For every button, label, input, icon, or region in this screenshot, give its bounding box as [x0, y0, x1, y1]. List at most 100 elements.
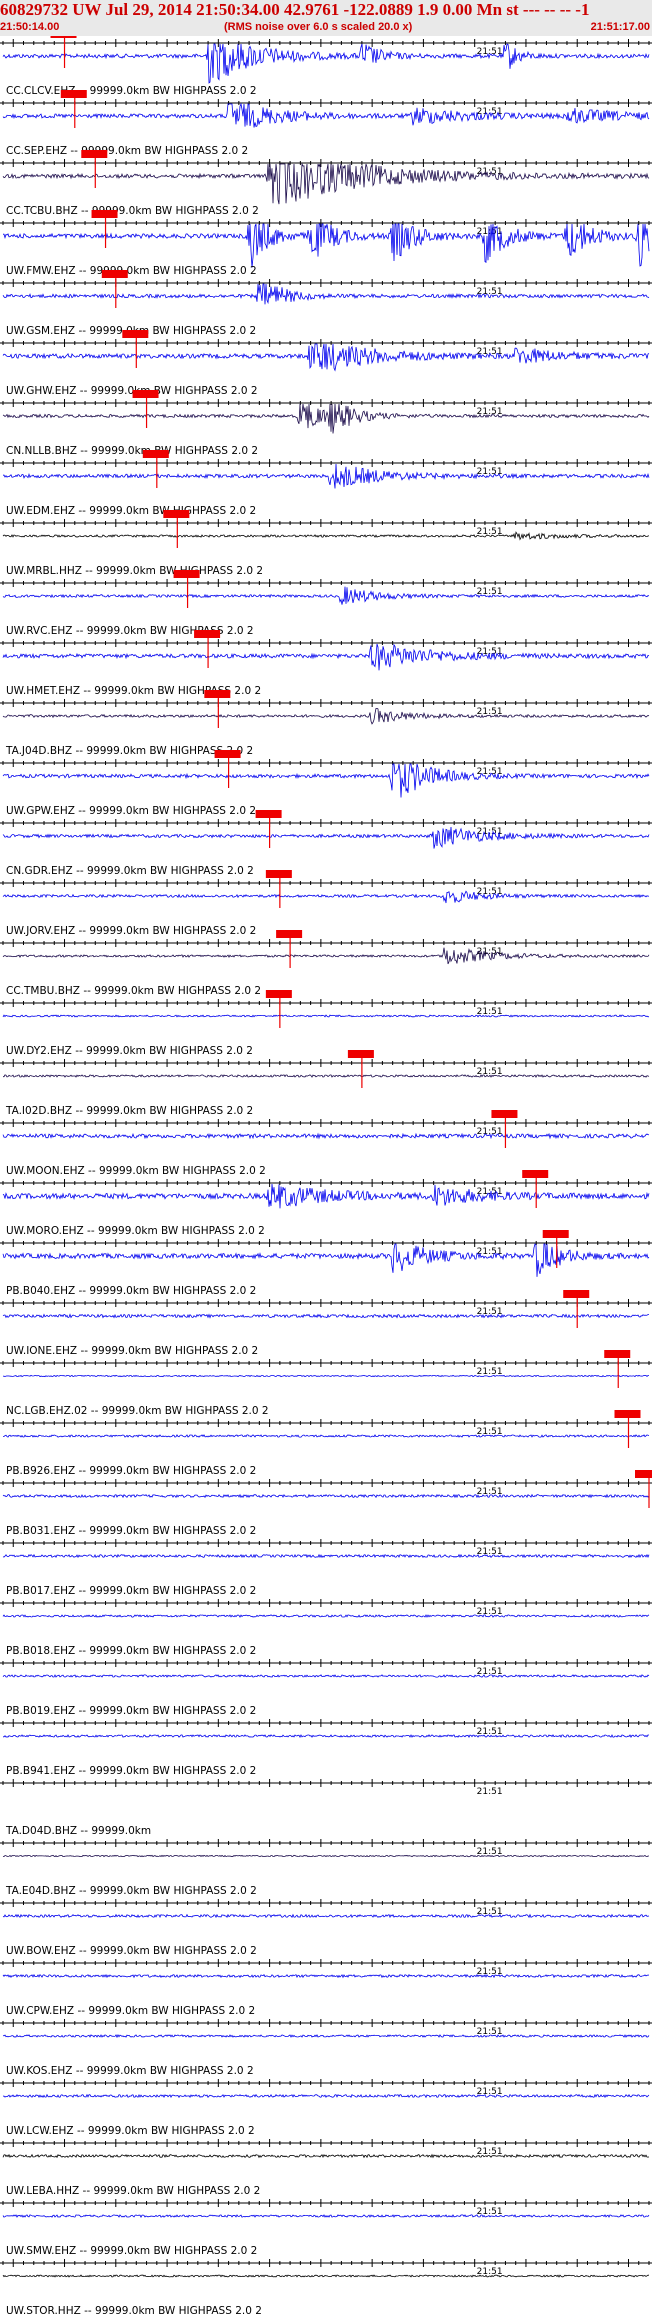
trace-row: 21:51UW.MORO.EHZ -- 99999.0km BW HIGHPAS… — [0, 1170, 652, 1237]
station-label: UW.BOW.EHZ -- 99999.0km BW HIGHPASS 2.0 … — [6, 1945, 257, 1957]
waveform — [2, 1553, 650, 1559]
pick-box — [265, 870, 292, 878]
waveform — [2, 1243, 650, 1277]
station-label: CC.TCBU.BHZ -- 99999.0km BW HIGHPASS 2.0… — [6, 205, 259, 217]
waveform — [3, 223, 650, 268]
trace-row: 21:51UW.GHW.EHZ -- 99999.0km BW HIGHPASS… — [0, 330, 652, 397]
trace-row: 21:51UW.MOON.EHZ -- 99999.0km BW HIGHPAS… — [0, 1110, 652, 1177]
pick-box — [635, 1470, 652, 1478]
station-label: TA.E04D.BHZ -- 99999.0km BW HIGHPASS 2.0… — [5, 1885, 257, 1897]
waveform — [2, 403, 650, 434]
station-label: UW.DY2.EHZ -- 99999.0km BW HIGHPASS 2.0 … — [6, 1045, 253, 1057]
trace-row: 21:51UW.RVC.EHZ -- 99999.0km BW HIGHPASS… — [0, 570, 652, 637]
pick-box — [194, 630, 221, 638]
station-label: CN.GDR.EHZ -- 99999.0km BW HIGHPASS 2.0 … — [6, 865, 254, 877]
trace-row: 21:51UW.SMW.EHZ -- 99999.0km BW HIGHPASS… — [0, 2199, 652, 2257]
pick-box — [132, 390, 159, 398]
pick-box — [522, 1170, 549, 1178]
station-label: CN.NLLB.BHZ -- 99999.0km BW HIGHPASS 2.0… — [6, 445, 258, 457]
waveform — [2, 586, 650, 605]
waveform — [2, 2274, 649, 2278]
trace-row: 21:51CC.CLCV.EHZ -- 99999.0km BW HIGHPAS… — [0, 36, 652, 97]
pick-box — [265, 990, 292, 998]
station-label: CC.CLCV.EHZ -- 99999.0km BW HIGHPASS 2.0… — [6, 85, 257, 97]
trace-row: 21:51UW.MRBL.HHZ -- 99999.0km BW HIGHPAS… — [0, 510, 652, 577]
station-label: UW.IONE.EHZ -- 99999.0km BW HIGHPASS 2.0… — [6, 1345, 258, 1357]
waveform — [2, 947, 650, 965]
station-label: TA.D04D.BHZ -- 99999.0km — [5, 1825, 151, 1837]
waveform — [2, 1132, 650, 1140]
waveform — [2, 531, 650, 541]
pick-box — [81, 150, 108, 158]
trace-row: 21:51PB.B926.EHZ -- 99999.0km BW HIGHPAS… — [0, 1410, 652, 1477]
pick-box — [491, 1110, 518, 1118]
station-label: UW.JORV.EHZ -- 99999.0km BW HIGHPASS 2.0… — [6, 925, 256, 937]
trace-row: 21:51UW.BOW.EHZ -- 99999.0km BW HIGHPASS… — [0, 1899, 652, 1957]
trace-row: 21:51TA.J04D.BHZ -- 99999.0km BW HIGHPAS… — [0, 690, 652, 757]
seismogram-plot: 21:51 CC.CLCV.EHZ -- 99999.0km BW HIGHPAS… — [0, 36, 652, 2317]
waveform — [2, 1674, 650, 1678]
pick-box — [214, 750, 241, 758]
trace-row: 21:51UW.DY2.EHZ -- 99999.0km BW HIGHPASS… — [0, 990, 652, 1057]
pick-box — [204, 690, 231, 698]
station-label: UW.FMW.EHZ -- 99999.0km BW HIGHPASS 2.0 … — [6, 265, 257, 277]
waveform — [2, 1614, 650, 1618]
trace-row: 21:51UW.FMW.EHZ -- 99999.0km BW HIGHPASS… — [0, 210, 652, 277]
trace-row: 21:51NC.LGB.EHZ.02 -- 99999.0km BW HIGHP… — [0, 1350, 652, 1417]
waveform — [2, 1493, 650, 1499]
station-label: UW.EDM.EHZ -- 99999.0km BW HIGHPASS 2.0 … — [6, 505, 256, 517]
waveform — [2, 1913, 650, 1919]
waveform — [2, 763, 650, 798]
trace-row: 21:51UW.LEBA.HHZ -- 99999.0km BW HIGHPAS… — [0, 2139, 652, 2197]
pick-box — [101, 270, 128, 278]
waveform — [2, 708, 650, 725]
waveform — [2, 43, 650, 84]
waveform — [3, 1434, 650, 1438]
waveform — [2, 890, 650, 904]
station-label: PB.B031.EHZ -- 99999.0km BW HIGHPASS 2.0… — [6, 1525, 256, 1537]
pick-box — [255, 810, 282, 818]
start-time-label: 21:50:14.00 — [0, 21, 60, 33]
trace-row: 21:51 TA.D04D.BHZ -- 99999.0km — [0, 1779, 652, 1837]
waveform — [2, 2034, 650, 2039]
waveform — [2, 1854, 649, 1858]
station-label: UW.GPW.EHZ -- 99999.0km BW HIGHPASS 2.0 … — [6, 805, 256, 817]
trace-row: 21:51PB.B040.EHZ -- 99999.0km BW HIGHPAS… — [0, 1230, 652, 1297]
station-label: NC.LGB.EHZ.02 -- 99999.0km BW HIGHPASS 2… — [6, 1405, 269, 1417]
trace-row: 21:51CC.SEP.EHZ -- 99999.0km BW HIGHPASS… — [0, 90, 652, 157]
event-title: 60829732 UW Jul 29, 2014 21:50:34.00 42.… — [0, 0, 590, 19]
pick-box — [542, 1230, 569, 1238]
trace-row: 21:51PB.B031.EHZ -- 99999.0km BW HIGHPAS… — [0, 1470, 652, 1537]
station-label: UW.KOS.EHZ -- 99999.0km BW HIGHPASS 2.0 … — [6, 2065, 254, 2077]
waveform — [2, 343, 650, 372]
station-label: PB.B941.EHZ -- 99999.0km BW HIGHPASS 2.0… — [6, 1765, 256, 1777]
station-label: UW.MORO.EHZ -- 99999.0km BW HIGHPASS 2.0… — [6, 1225, 265, 1237]
waveform — [2, 2214, 650, 2218]
trace-row: 21:51UW.EDM.EHZ -- 99999.0km BW HIGHPASS… — [0, 450, 652, 517]
trace-row: 21:51UW.GSM.EHZ -- 99999.0km BW HIGHPASS… — [0, 270, 652, 337]
waveform — [2, 2153, 650, 2159]
trace-row: 21:51PB.B017.EHZ -- 99999.0km BW HIGHPAS… — [0, 1539, 652, 1597]
waveform — [2, 1014, 650, 1018]
pick-box — [347, 1050, 374, 1058]
waveform — [2, 463, 650, 489]
trace-row: 21:51CC.TMBU.BHZ -- 99999.0km BW HIGHPAS… — [0, 930, 652, 997]
trace-row: 21:51CN.GDR.EHZ -- 99999.0km BW HIGHPASS… — [0, 810, 652, 877]
trace-row: 21:51CN.NLLB.BHZ -- 99999.0km BW HIGHPAS… — [0, 390, 652, 457]
station-label: PB.B018.EHZ -- 99999.0km BW HIGHPASS 2.0… — [6, 1645, 256, 1657]
station-label: UW.LEBA.HHZ -- 99999.0km BW HIGHPASS 2.0… — [6, 2185, 260, 2197]
station-label: UW.MOON.EHZ -- 99999.0km BW HIGHPASS 2.0… — [6, 1165, 266, 1177]
station-label: PB.B019.EHZ -- 99999.0km BW HIGHPASS 2.0… — [6, 1705, 256, 1717]
pick-box — [142, 450, 169, 458]
trace-row: 21:51UW.CPW.EHZ -- 99999.0km BW HIGHPASS… — [0, 1959, 652, 2017]
waveform — [2, 1374, 650, 1378]
station-label: PB.B040.EHZ -- 99999.0km BW HIGHPASS 2.0… — [6, 1285, 256, 1297]
plot-header: 60829732 UW Jul 29, 2014 21:50:34.00 42.… — [0, 0, 652, 36]
station-label: UW.SMW.EHZ -- 99999.0km BW HIGHPASS 2.0 … — [6, 2245, 257, 2257]
station-label: PB.B017.EHZ -- 99999.0km BW HIGHPASS 2.0… — [6, 1585, 256, 1597]
station-label: UW.GHW.EHZ -- 99999.0km BW HIGHPASS 2.0 … — [6, 385, 258, 397]
pick-box — [604, 1350, 631, 1358]
waveform — [2, 283, 650, 305]
pick-box — [91, 210, 118, 218]
trace-row: 21:51UW.LCW.EHZ -- 99999.0km BW HIGHPASS… — [0, 2079, 652, 2137]
